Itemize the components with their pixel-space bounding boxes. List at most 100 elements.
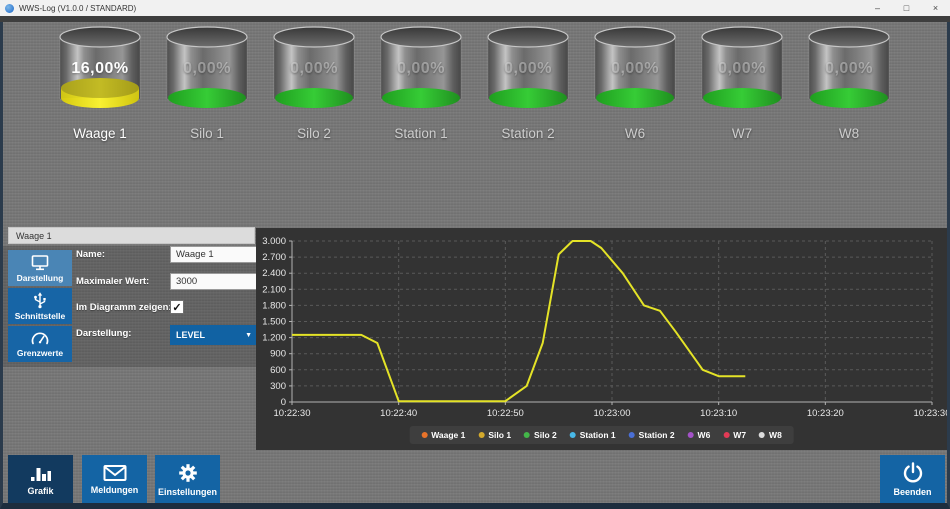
legend-marker	[723, 432, 729, 438]
tank-fill-percentage: 0,00%	[266, 60, 362, 78]
tank-station-1[interactable]: 0,00% Station 1	[373, 26, 469, 148]
svg-text:10:22:50: 10:22:50	[487, 408, 524, 419]
maximize-button[interactable]: □	[892, 0, 921, 16]
tab-label: Darstellung	[17, 273, 64, 283]
grafik-button[interactable]: Grafik	[8, 455, 73, 503]
close-button[interactable]: ×	[921, 0, 950, 16]
minimize-button[interactable]: –	[863, 0, 892, 16]
svg-text:2.100: 2.100	[262, 284, 286, 295]
tab-schnittstelle[interactable]: Schnittstelle	[8, 288, 72, 324]
tank-label: W6	[579, 126, 691, 141]
legend-item-w7[interactable]: W7	[723, 430, 746, 440]
window-controls: – □ ×	[863, 0, 950, 16]
legend-item-waage-1[interactable]: Waage 1	[421, 430, 465, 440]
tank-station-2[interactable]: 0,00% Station 2	[480, 26, 576, 148]
tank-fill-percentage: 0,00%	[159, 60, 255, 78]
legend-item-station-2[interactable]: Station 2	[629, 430, 675, 440]
tank-label: Station 2	[472, 126, 584, 141]
app-window: WWS-Log (V1.0.0 / STANDARD) – □ × 16,00%…	[0, 0, 950, 509]
envelope-icon	[103, 464, 127, 482]
chart-panel: 3.0002.7002.4002.1001.8001.5001.20090060…	[256, 228, 947, 450]
svg-text:1.500: 1.500	[262, 317, 286, 328]
tab-label: Schnittstelle	[15, 311, 66, 321]
tank-fill-percentage: 16,00%	[52, 60, 148, 78]
svg-text:10:23:10: 10:23:10	[700, 408, 737, 419]
tank-silo-1[interactable]: 0,00% Silo 1	[159, 26, 255, 148]
legend-marker	[629, 432, 635, 438]
gauge-icon	[30, 330, 50, 346]
tank-fill-percentage: 0,00%	[373, 60, 469, 78]
show-in-chart-checkbox[interactable]: ✓	[170, 300, 184, 314]
legend-marker	[421, 432, 427, 438]
legend-label: Silo 1	[488, 430, 511, 440]
legend-label: W7	[733, 430, 746, 440]
title-bar: WWS-Log (V1.0.0 / STANDARD) – □ ×	[0, 0, 950, 16]
tank-fill-percentage: 0,00%	[587, 60, 683, 78]
svg-text:10:23:30: 10:23:30	[914, 408, 947, 419]
legend-item-silo-1[interactable]: Silo 1	[478, 430, 511, 440]
tab-grenzwerte[interactable]: Grenzwerte	[8, 326, 72, 362]
main-canvas: 16,00% Waage 1 0,00% Silo 1 0,00% Silo 2	[0, 22, 950, 509]
svg-text:300: 300	[270, 381, 286, 392]
legend-label: Silo 2	[534, 430, 557, 440]
meldungen-button[interactable]: Meldungen	[82, 455, 147, 503]
show-in-chart-label: Im Diagramm zeigen:	[76, 302, 172, 313]
name-label: Name:	[76, 249, 105, 260]
monitor-icon	[30, 254, 50, 271]
legend-label: W6	[698, 430, 711, 440]
legend-marker	[478, 432, 484, 438]
name-input[interactable]	[170, 246, 257, 263]
button-label: Beenden	[893, 487, 931, 497]
svg-text:900: 900	[270, 349, 286, 360]
tank-label: W8	[793, 126, 905, 141]
legend-item-w6[interactable]: W6	[688, 430, 711, 440]
legend-label: W8	[769, 430, 782, 440]
display-mode-value: LEVEL	[176, 330, 245, 340]
tank-row: 16,00% Waage 1 0,00% Silo 1 0,00% Silo 2	[52, 26, 897, 148]
button-label: Meldungen	[91, 485, 139, 495]
legend-marker	[688, 432, 694, 438]
svg-text:2.400: 2.400	[262, 268, 286, 279]
usb-icon	[30, 291, 50, 309]
tank-label: Station 1	[365, 126, 477, 141]
gear-icon	[177, 462, 199, 484]
tank-silo-2[interactable]: 0,00% Silo 2	[266, 26, 362, 148]
window-title: WWS-Log (V1.0.0 / STANDARD)	[19, 4, 863, 13]
tank-fill-percentage: 0,00%	[480, 60, 576, 78]
beenden-button[interactable]: Beenden	[880, 455, 945, 503]
legend-item-w8[interactable]: W8	[759, 430, 782, 440]
settings-tabs: Darstellung Schnittstelle	[8, 250, 72, 364]
tank-w8[interactable]: 0,00% W8	[801, 26, 897, 148]
legend-label: Waage 1	[431, 430, 465, 440]
max-value-label: Maximaler Wert:	[76, 276, 149, 287]
chart-legend: Waage 1 Silo 1 Silo 2 Station 1 Station 2 W6 W…	[409, 426, 794, 444]
app-icon	[5, 4, 14, 13]
display-mode-label: Darstellung:	[76, 328, 131, 339]
svg-text:10:22:40: 10:22:40	[380, 408, 417, 419]
tank-label: W7	[686, 126, 798, 141]
chevron-down-icon: ▼	[245, 332, 252, 339]
bar-chart-icon	[29, 463, 53, 483]
tank-waage-1[interactable]: 16,00% Waage 1	[52, 26, 148, 148]
legend-item-station-1[interactable]: Station 1	[570, 430, 616, 440]
display-mode-dropdown[interactable]: LEVEL ▼	[170, 325, 258, 345]
tank-selector[interactable]: Waage 1	[8, 227, 255, 244]
svg-text:10:23:20: 10:23:20	[807, 408, 844, 419]
legend-item-silo-2[interactable]: Silo 2	[524, 430, 557, 440]
legend-label: Station 2	[639, 430, 675, 440]
svg-text:10:23:00: 10:23:00	[594, 408, 631, 419]
legend-label: Station 1	[580, 430, 616, 440]
tab-darstellung[interactable]: Darstellung	[8, 250, 72, 286]
svg-text:1.800: 1.800	[262, 300, 286, 311]
button-label: Grafik	[27, 486, 53, 496]
tank-w7[interactable]: 0,00% W7	[694, 26, 790, 148]
max-value-input[interactable]	[170, 273, 257, 290]
tab-label: Grenzwerte	[17, 348, 63, 358]
svg-text:10:22:30: 10:22:30	[274, 408, 311, 419]
svg-text:3.000: 3.000	[262, 236, 286, 247]
level-chart: 3.0002.7002.4002.1001.8001.5001.20090060…	[256, 228, 947, 420]
einstellungen-button[interactable]: Einstellungen	[155, 455, 220, 503]
tank-w6[interactable]: 0,00% W6	[587, 26, 683, 148]
button-label: Einstellungen	[158, 487, 217, 497]
svg-text:0: 0	[281, 397, 286, 408]
